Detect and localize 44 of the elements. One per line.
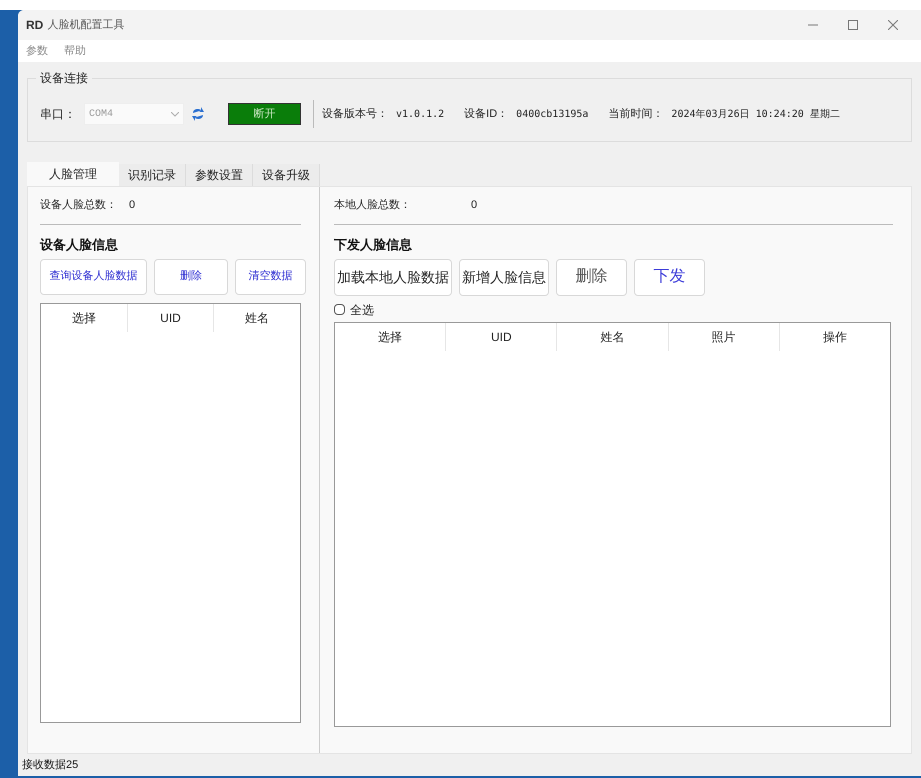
group-title: 设备连接 <box>36 69 92 87</box>
tab[interactable]: 设备升级 <box>253 164 320 186</box>
current-time-value: 2024年03月26日 10:24:20 星期二 <box>671 108 840 122</box>
caret-icon <box>171 112 179 116</box>
action-button[interactable]: 查询设备人脸数据 <box>40 258 147 294</box>
action-button[interactable]: 新增人脸信息 <box>459 258 549 296</box>
menu-item[interactable]: 参数 <box>22 42 52 60</box>
section-heading: 下发人脸信息 <box>334 236 413 254</box>
menu-item[interactable]: 帮助 <box>60 42 90 60</box>
count-value: 0 <box>129 198 136 214</box>
action-button[interactable]: 加载本地人脸数据 <box>334 258 452 296</box>
column-header: 选择 <box>335 322 446 350</box>
select-all-label: 全选 <box>350 302 374 318</box>
disconnect-button[interactable]: 断开 <box>228 103 301 125</box>
device-id-value: 0400cb13195a <box>516 108 588 122</box>
column-header: 姓名 <box>244 310 270 326</box>
column-header: 照片 <box>668 322 780 350</box>
tab[interactable]: 人脸管理 <box>27 162 119 186</box>
action-button[interactable]: 清空数据 <box>235 258 306 294</box>
tab[interactable]: 参数设置 <box>186 164 253 186</box>
app-logo: RD <box>26 17 44 34</box>
count-label: 设备人脸总数： <box>40 198 117 214</box>
column-header: 选择 <box>41 304 128 332</box>
current-time-label: 当前时间： <box>608 106 664 122</box>
select-all-checkbox[interactable] <box>334 304 345 315</box>
version-value: v1.0.1.2 <box>396 108 444 122</box>
column-header: 操作 <box>822 328 848 346</box>
close-icon[interactable] <box>888 20 898 30</box>
action-button[interactable]: 删除 <box>154 258 228 294</box>
column-header: UID <box>128 304 214 332</box>
tab[interactable]: 识别记录 <box>119 164 186 186</box>
maximize-icon[interactable] <box>848 20 858 30</box>
version-label: 设备版本号： <box>322 106 388 122</box>
count-label: 本地人脸总数： <box>334 198 411 214</box>
status-text: 接收数据25 <box>22 758 78 772</box>
window-title: 人脸机配置工具 <box>47 18 124 33</box>
column-header: 姓名 <box>557 322 669 350</box>
section-heading: 设备人脸信息 <box>40 236 119 254</box>
device-id-label: 设备ID： <box>464 106 508 122</box>
action-button[interactable]: 下发 <box>634 258 705 296</box>
port-label: 串口： <box>40 106 76 123</box>
column-header: UID <box>446 322 558 350</box>
action-button[interactable]: 删除 <box>556 258 627 296</box>
count-value: 0 <box>471 198 478 214</box>
